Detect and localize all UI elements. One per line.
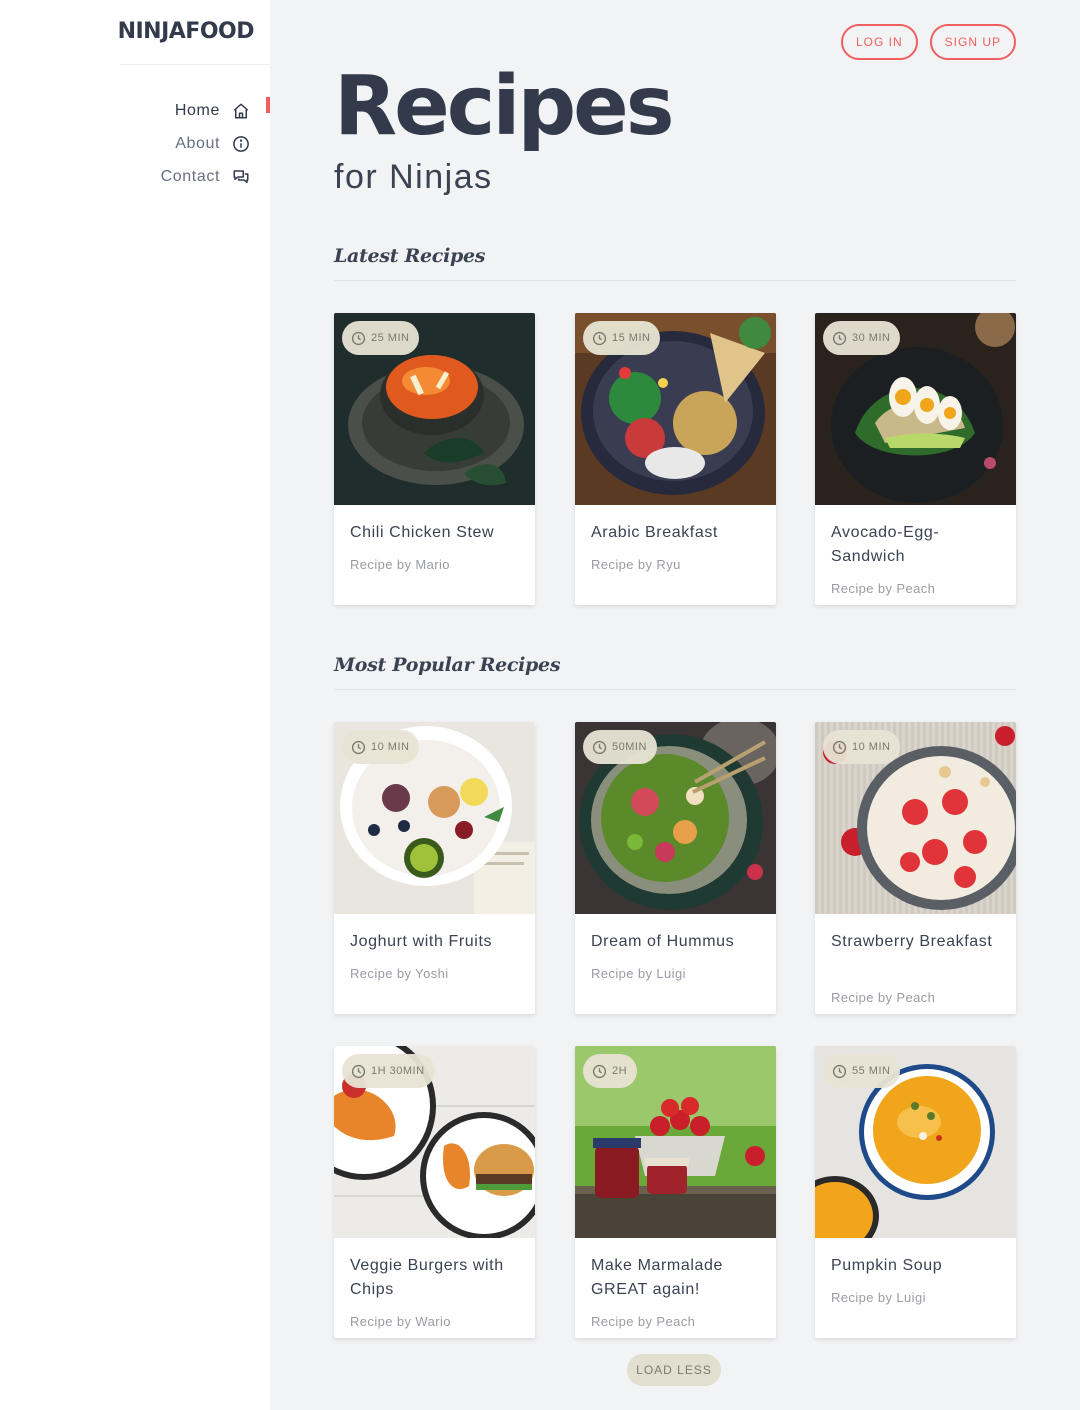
cook-time-badge: 10 MIN [342, 730, 420, 764]
recipe-card[interactable]: 30 MIN Avocado-Egg-Sandwich Recipe by Pe… [815, 313, 1016, 605]
sidebar-item-label: Home [174, 101, 220, 119]
recipe-author: Recipe by Peach [591, 1314, 696, 1329]
auth-buttons: LOG IN SIGN UP [840, 24, 1016, 60]
recipe-title: Veggie Burgers with Chips [350, 1257, 504, 1298]
recipe-author: Recipe by Mario [350, 557, 450, 572]
load-less-button[interactable]: LOAD LESS [627, 1354, 721, 1386]
login-button[interactable]: LOG IN [840, 24, 918, 60]
recipe-title: Avocado-Egg-Sandwich [831, 524, 940, 565]
logo[interactable]: NINJAFOOD [118, 19, 255, 44]
chat-icon [232, 168, 250, 186]
home-icon [232, 102, 250, 120]
sidebar-item-contact[interactable]: Contact [161, 160, 250, 193]
sidebar-item-label: Contact [160, 167, 220, 185]
recipe-title: Chili Chicken Stew [350, 524, 495, 541]
recipe-author: Recipe by Peach [831, 581, 936, 596]
main-content: LOG IN SIGN UP Recipes for Ninjas Latest… [270, 0, 1080, 1410]
logo-divider [120, 64, 270, 65]
clock-icon [592, 740, 607, 754]
recipe-card[interactable]: 25 MIN Chili Chicken Stew Recipe by Mari… [334, 313, 535, 605]
page-subtitle: for Ninjas [334, 158, 493, 196]
cook-time: 50MIN [612, 741, 647, 753]
cook-time: 1H 30MIN [371, 1065, 425, 1077]
clock-icon [592, 1064, 607, 1078]
sidebar-item-home[interactable]: Home [161, 94, 270, 127]
clock-icon [351, 331, 366, 345]
recipe-author: Recipe by Yoshi [350, 966, 449, 981]
cook-time-badge: 1H 30MIN [342, 1054, 435, 1088]
recipe-title: Strawberry Breakfast [831, 933, 993, 950]
info-icon [232, 135, 250, 153]
recipe-title: Make Marmalade GREAT again! [591, 1257, 724, 1298]
cook-time: 15 MIN [612, 332, 651, 344]
cook-time: 25 MIN [371, 332, 410, 344]
cook-time-badge: 30 MIN [823, 321, 901, 355]
section-divider [334, 280, 1016, 281]
cook-time: 10 MIN [852, 741, 891, 753]
cook-time-badge: 15 MIN [583, 321, 661, 355]
sidebar-item-label: About [175, 134, 220, 152]
cook-time: 55 MIN [852, 1065, 891, 1077]
clock-icon [832, 740, 847, 754]
cook-time: 2H [612, 1065, 628, 1077]
recipe-author: Recipe by Wario [350, 1314, 451, 1329]
cook-time-badge: 2H [583, 1054, 638, 1088]
clock-icon [832, 1064, 847, 1078]
popular-recipes-heading: Most Popular Recipes [334, 654, 561, 676]
signup-button[interactable]: SIGN UP [929, 24, 1016, 60]
sidebar-item-about[interactable]: About [161, 127, 250, 160]
recipe-author: Recipe by Peach [831, 990, 936, 1005]
sidebar: NINJAFOOD Home About Contact [0, 0, 270, 1410]
recipe-card[interactable]: 50MIN Dream of Hummus Recipe by Luigi [575, 722, 776, 1014]
recipe-title: Joghurt with Fruits [350, 933, 493, 950]
recipe-card[interactable]: 10 MIN Strawberry Breakfast Recipe by Pe… [815, 722, 1016, 1014]
recipe-card[interactable]: 15 MIN Arabic Breakfast Recipe by Ryu [575, 313, 776, 605]
section-divider [334, 689, 1016, 690]
cook-time-badge: 55 MIN [823, 1054, 901, 1088]
latest-recipes-heading: Latest Recipes [334, 245, 486, 267]
recipe-card[interactable]: 1H 30MIN Veggie Burgers with Chips Recip… [334, 1046, 535, 1338]
recipe-author: Recipe by Luigi [591, 966, 686, 981]
page-title: Recipes [334, 59, 675, 154]
cook-time-badge: 10 MIN [823, 730, 901, 764]
clock-icon [351, 1064, 366, 1078]
recipe-card[interactable]: 55 MIN Pumpkin Soup Recipe by Luigi [815, 1046, 1016, 1338]
recipe-author: Recipe by Luigi [831, 1290, 926, 1305]
recipe-title: Pumpkin Soup [831, 1257, 943, 1274]
cook-time-badge: 50MIN [583, 730, 657, 764]
recipe-card[interactable]: 2H Make Marmalade GREAT again! Recipe by… [575, 1046, 776, 1338]
recipe-card[interactable]: 10 MIN Joghurt with Fruits Recipe by Yos… [334, 722, 535, 1014]
recipe-title: Arabic Breakfast [591, 524, 718, 541]
clock-icon [592, 331, 607, 345]
recipe-author: Recipe by Ryu [591, 557, 681, 572]
clock-icon [351, 740, 366, 754]
cook-time: 10 MIN [371, 741, 410, 753]
recipe-title: Dream of Hummus [591, 933, 735, 950]
sidebar-nav: Home About Contact [161, 94, 270, 193]
cook-time-badge: 25 MIN [342, 321, 420, 355]
cook-time: 30 MIN [852, 332, 891, 344]
clock-icon [832, 331, 847, 345]
